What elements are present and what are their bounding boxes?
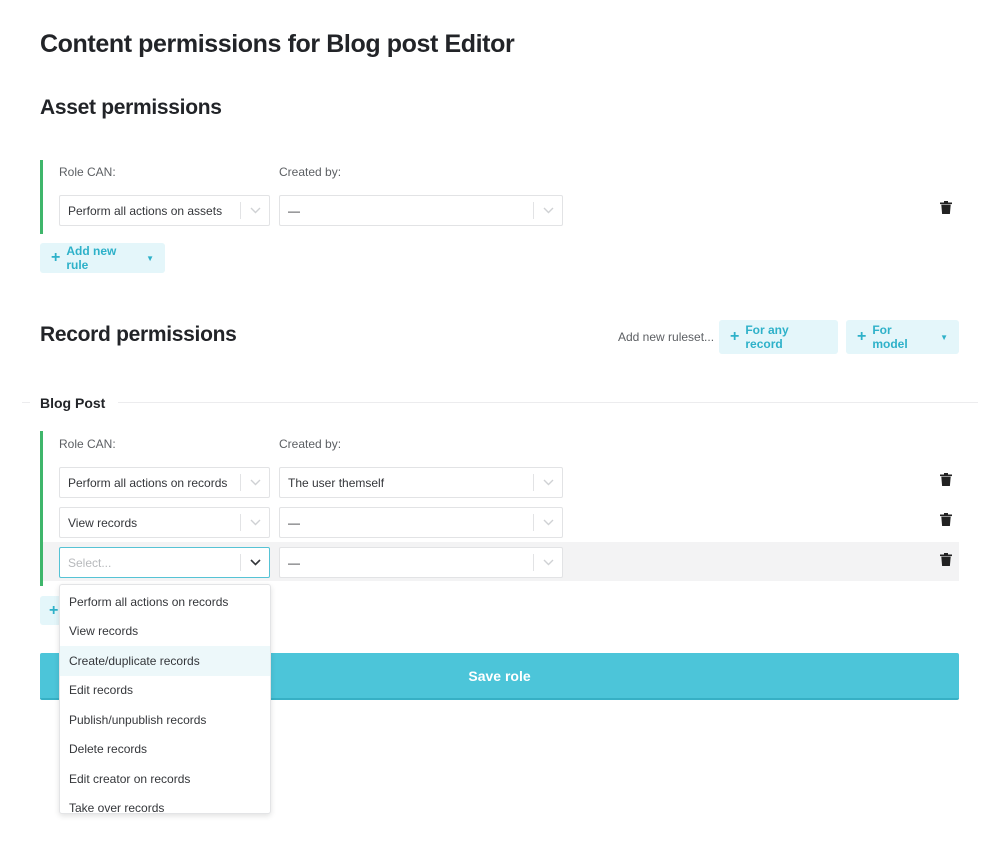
save-role-label: Save role <box>468 667 531 684</box>
record-created-by-value: The user themself <box>288 475 385 490</box>
record-action-select[interactable]: View records <box>59 507 270 538</box>
record-action-value: View records <box>68 515 138 530</box>
asset-created-by-value: — <box>288 203 300 218</box>
for-any-record-button[interactable]: + For any record <box>719 320 838 354</box>
plus-icon: + <box>49 601 59 619</box>
trash-icon[interactable] <box>940 513 952 526</box>
page-title: Content permissions for Blog post Editor <box>40 30 515 58</box>
chevron-down-icon[interactable] <box>241 196 269 225</box>
record-created-by-select[interactable]: — <box>279 507 563 538</box>
trash-icon[interactable] <box>940 201 952 214</box>
asset-rules-block <box>40 160 43 234</box>
section-divider <box>22 402 978 403</box>
chevron-down-icon[interactable] <box>534 548 562 577</box>
blog-post-section-title: Blog Post <box>40 395 106 411</box>
chevron-down-icon[interactable] <box>241 508 269 537</box>
trash-icon[interactable] <box>940 553 952 566</box>
dropdown-option[interactable]: Edit creator on records <box>60 764 270 794</box>
dropdown-option[interactable]: Take over records <box>60 794 270 813</box>
action-dropdown-menu: Perform all actions on records View reco… <box>59 584 271 814</box>
asset-created-by-label: Created by: <box>279 165 342 179</box>
record-created-by-select[interactable]: The user themself <box>279 467 563 498</box>
caret-down-icon: ▼ <box>146 253 154 263</box>
add-new-rule-label: Add new rule <box>66 244 117 272</box>
plus-icon: + <box>51 249 61 266</box>
asset-created-by-select[interactable]: — <box>279 195 563 226</box>
asset-action-select[interactable]: Perform all actions on assets <box>59 195 270 226</box>
dropdown-option[interactable]: View records <box>60 617 270 647</box>
add-new-rule-button[interactable]: + Add new rule ▼ <box>40 243 165 273</box>
asset-role-can-label: Role CAN: <box>59 165 116 179</box>
dropdown-option[interactable]: Edit records <box>60 676 270 706</box>
record-created-by-value: — <box>288 555 300 570</box>
record-role-can-label: Role CAN: <box>59 437 116 451</box>
record-created-by-label: Created by: <box>279 437 342 451</box>
for-any-record-label: For any record <box>745 323 789 351</box>
add-new-rule-button-partial[interactable]: + <box>40 596 60 625</box>
dropdown-option-hovered[interactable]: Create/duplicate records <box>60 646 270 676</box>
record-action-placeholder: Select... <box>68 555 112 570</box>
record-created-by-value: — <box>288 515 300 530</box>
asset-permissions-heading: Asset permissions <box>40 96 222 119</box>
record-created-by-select[interactable]: — <box>279 547 563 578</box>
plus-icon: + <box>857 328 867 345</box>
chevron-down-icon[interactable] <box>534 508 562 537</box>
chevron-down-icon[interactable] <box>534 196 562 225</box>
record-permissions-heading: Record permissions <box>40 323 237 346</box>
dropdown-option[interactable]: Delete records <box>60 735 270 765</box>
record-action-select-open[interactable]: Select... <box>59 547 270 578</box>
dropdown-option[interactable]: Perform all actions on records <box>60 587 270 617</box>
add-new-ruleset-label: Add new ruleset... <box>618 330 715 344</box>
chevron-down-icon[interactable] <box>241 548 269 577</box>
for-model-label: For model <box>872 323 908 351</box>
record-action-select[interactable]: Perform all actions on records <box>59 467 270 498</box>
plus-icon: + <box>730 328 740 345</box>
caret-down-icon: ▼ <box>940 332 948 342</box>
for-model-button[interactable]: + For model ▼ <box>846 320 959 354</box>
record-action-value: Perform all actions on records <box>68 475 228 490</box>
dropdown-options: Perform all actions on records View reco… <box>60 585 270 813</box>
trash-icon[interactable] <box>940 473 952 486</box>
dropdown-option[interactable]: Publish/unpublish records <box>60 705 270 735</box>
chevron-down-icon[interactable] <box>241 468 269 497</box>
asset-action-value: Perform all actions on assets <box>68 203 223 218</box>
chevron-down-icon[interactable] <box>534 468 562 497</box>
